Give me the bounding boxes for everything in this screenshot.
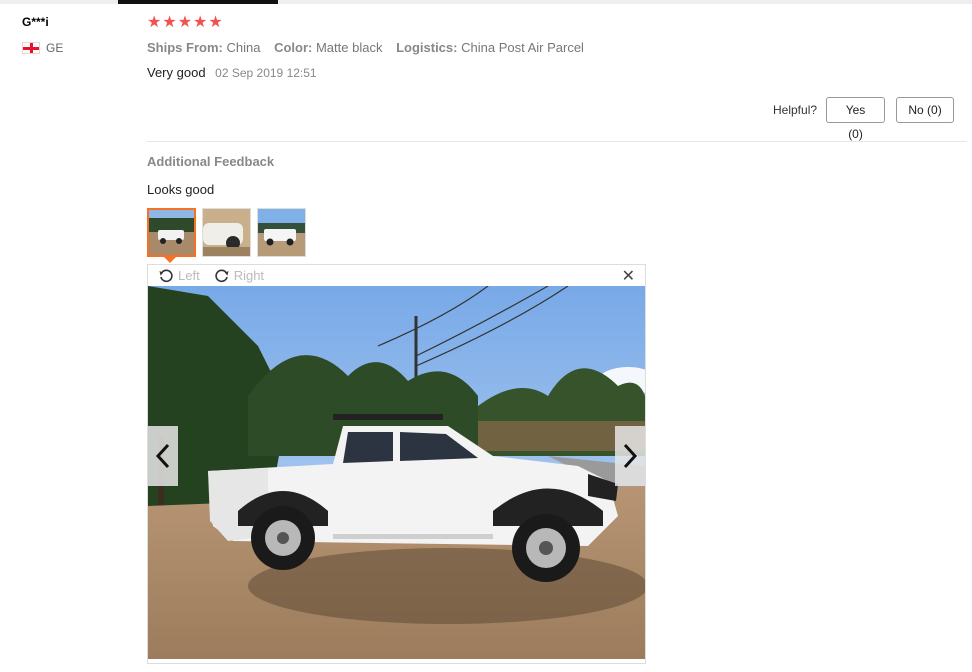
- next-photo-button[interactable]: [615, 426, 645, 486]
- review-body: Very good 02 Sep 2019 12:51: [147, 65, 317, 80]
- close-icon[interactable]: ✕: [622, 266, 635, 286]
- logistics-label: Logistics:: [396, 40, 458, 55]
- rotate-right-icon: [215, 269, 229, 282]
- star-rating: ★ ★ ★ ★ ★: [147, 14, 223, 32]
- divider: [147, 141, 967, 142]
- chevron-left-icon: [155, 443, 170, 469]
- logistics-info: Logistics: China Post Air Parcel: [396, 40, 584, 55]
- color-info: Color: Matte black: [274, 40, 382, 55]
- ships-from-value: China: [226, 40, 261, 55]
- review-text: Very good: [147, 65, 206, 80]
- viewer-toolbar: Left Right ✕: [148, 265, 645, 286]
- color-value: Matte black: [315, 40, 383, 55]
- order-info: Ships From: China Color: Matte black Log…: [147, 40, 594, 55]
- logistics-value: China Post Air Parcel: [461, 40, 584, 55]
- previous-photo-button[interactable]: [148, 426, 178, 486]
- additional-feedback-text: Looks good: [147, 182, 215, 197]
- additional-feedback-title: Additional Feedback: [147, 154, 275, 169]
- star-icon: ★: [177, 14, 193, 31]
- review-photo: [148, 286, 645, 659]
- helpful-question: Helpful?: [773, 103, 818, 117]
- helpful-yes-button[interactable]: Yes (0): [826, 97, 886, 141]
- thumbnail-3[interactable]: [257, 208, 306, 257]
- color-label: Color:: [274, 40, 313, 55]
- thumbnail-2[interactable]: [202, 208, 251, 257]
- active-tab-indicator: [118, 0, 278, 4]
- rotate-right-label: Right: [233, 268, 265, 283]
- star-icon: ★: [208, 14, 223, 31]
- photo-viewer: Left Right ✕: [147, 264, 646, 664]
- helpful-no-button[interactable]: No (0): [896, 97, 955, 123]
- reviewer-name: G***i: [22, 15, 49, 29]
- rotate-left-button[interactable]: Left: [158, 268, 200, 284]
- ships-from: Ships From: China: [147, 40, 260, 55]
- photo-thumbnails: [147, 208, 306, 257]
- star-icon: ★: [147, 14, 162, 31]
- active-thumbnail-pointer: [164, 257, 176, 263]
- rotate-left-icon: [159, 269, 173, 282]
- rotate-right-button[interactable]: Right: [214, 268, 264, 284]
- star-icon: ★: [193, 14, 208, 31]
- helpful-vote: Helpful? Yes (0) No (0): [773, 97, 955, 141]
- country-code: GE: [46, 41, 64, 55]
- georgia-flag-icon: [22, 42, 40, 54]
- rotate-left-label: Left: [178, 268, 200, 283]
- reviewer-country: GE: [22, 41, 63, 55]
- review-date: 02 Sep 2019 12:51: [215, 66, 317, 80]
- star-icon: ★: [162, 14, 177, 31]
- chevron-right-icon: [623, 443, 638, 469]
- ships-from-label: Ships From:: [147, 40, 223, 55]
- top-border: [0, 0, 972, 4]
- thumbnail-1[interactable]: [147, 208, 196, 257]
